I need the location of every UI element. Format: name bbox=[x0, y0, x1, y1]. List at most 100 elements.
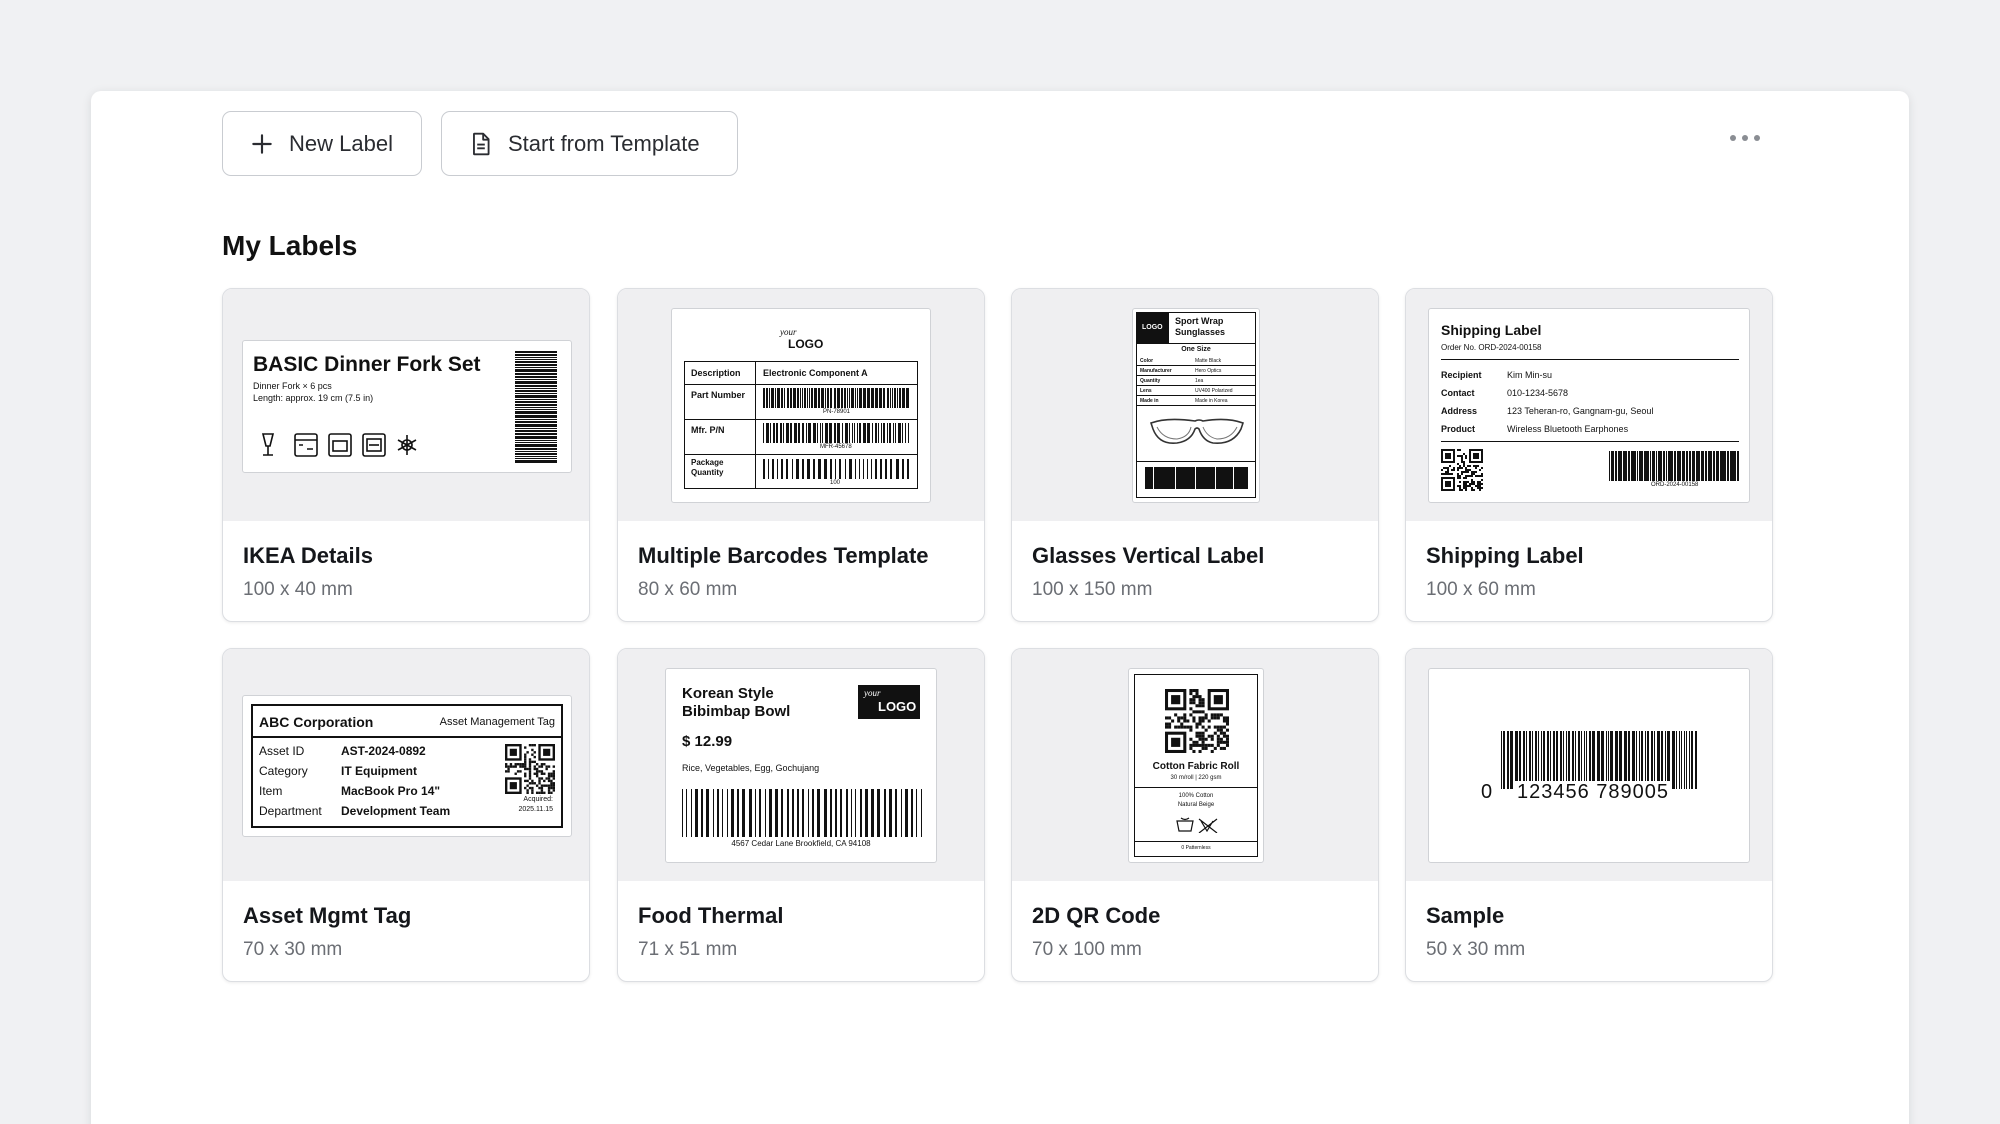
barcode-bar bbox=[1667, 451, 1671, 481]
barcode-bar bbox=[824, 459, 828, 479]
row-label: Department bbox=[259, 804, 322, 818]
barcode-bar bbox=[796, 388, 799, 408]
barcode-bar bbox=[829, 423, 833, 443]
row-value: 010-1234-5678 bbox=[1507, 388, 1569, 398]
barcode-bar bbox=[883, 388, 886, 408]
barcode-bar bbox=[835, 789, 838, 837]
barcode-bar bbox=[902, 423, 904, 443]
qr-code bbox=[1165, 689, 1229, 753]
row-value: 123 Teheran-ro, Gangnam-gu, Seoul bbox=[1507, 406, 1654, 416]
row-value: Matte Black bbox=[1195, 358, 1222, 364]
barcode-bar bbox=[515, 367, 557, 368]
barcode-bar bbox=[772, 423, 775, 443]
care-icons bbox=[261, 433, 417, 457]
barcode-bar bbox=[836, 388, 840, 408]
barcode-bar bbox=[726, 789, 728, 837]
row-value: IT Equipment bbox=[341, 764, 417, 778]
label-size: 70 x 30 mm bbox=[243, 939, 343, 960]
barcode-bar bbox=[515, 381, 557, 384]
barcode-bar bbox=[765, 423, 769, 443]
preview-spec: 30 m/roll | 220 gsm bbox=[1170, 775, 1222, 781]
label-card-food-thermal[interactable]: Korean Style Bibimbap Bowl your LOGO $ 1… bbox=[617, 648, 985, 982]
barcode-bar bbox=[862, 423, 866, 443]
barcode-bar bbox=[893, 388, 896, 408]
barcode-bar bbox=[1506, 731, 1509, 789]
barcode-bar bbox=[694, 789, 698, 837]
barcode-bar bbox=[1678, 731, 1680, 789]
barcode-bar bbox=[835, 459, 837, 479]
barcode-bar bbox=[812, 423, 816, 443]
start-from-template-button[interactable]: Start from Template bbox=[441, 111, 738, 176]
barcode-bar bbox=[791, 789, 794, 837]
barcode-bar bbox=[515, 433, 557, 435]
barcode-bar bbox=[1681, 731, 1683, 789]
barcode-bar bbox=[730, 789, 734, 837]
barcode-bar bbox=[515, 393, 557, 394]
barcode-bar bbox=[797, 789, 800, 837]
row-value: Made in Korea bbox=[1195, 398, 1228, 404]
label-preview: 0 123456 789005 bbox=[1406, 649, 1772, 881]
barcode-bar bbox=[895, 459, 899, 479]
barcode-bar bbox=[808, 423, 812, 443]
barcode-bar bbox=[1633, 451, 1637, 481]
barcode-bar bbox=[817, 789, 821, 837]
barcode-bar bbox=[781, 789, 784, 837]
barcode-bar bbox=[818, 459, 822, 479]
label-preview: ABC Corporation Asset Management Tag Ass… bbox=[223, 649, 589, 881]
barcode-bar bbox=[892, 423, 894, 443]
plus-icon bbox=[252, 133, 272, 154]
label-card-sample[interactable]: 0 123456 789005 Sample 50 x 30 mm bbox=[1405, 648, 1773, 982]
barcode-bar bbox=[722, 789, 724, 837]
barcode-bar bbox=[766, 388, 769, 408]
barcode-bar bbox=[864, 789, 868, 837]
barcode-bar bbox=[1671, 731, 1675, 789]
barcode bbox=[1609, 451, 1739, 481]
barcode-bar bbox=[859, 789, 862, 837]
barcode-bar bbox=[515, 430, 557, 432]
barcode-bar bbox=[515, 395, 557, 398]
barcode-bar bbox=[822, 423, 824, 443]
barcode-bar bbox=[1688, 731, 1690, 789]
barcode-bar bbox=[889, 423, 892, 443]
preview-row: Contact 010-1234-5678 bbox=[1441, 387, 1739, 405]
new-label-button[interactable]: New Label bbox=[222, 111, 422, 176]
barcode-bar bbox=[781, 459, 784, 479]
barcode-bar bbox=[1729, 451, 1733, 481]
barcode-bar bbox=[775, 388, 777, 408]
barcode-bar bbox=[1736, 451, 1739, 481]
label-card-2d-qr-code[interactable]: Cotton Fabric Roll 30 m/roll | 220 gsm 1… bbox=[1011, 648, 1379, 982]
more-icon[interactable] bbox=[1730, 128, 1760, 148]
barcode-bar bbox=[701, 789, 704, 837]
barcode-bar bbox=[854, 459, 856, 479]
row-label: Quantity bbox=[1140, 378, 1161, 384]
sunglasses-icon bbox=[1149, 418, 1245, 445]
barcode-bar bbox=[1501, 731, 1502, 789]
barcode-bar bbox=[833, 388, 836, 408]
label-card-glasses-vertical[interactable]: LOGO Sport Wrap Sunglasses One Size Colo… bbox=[1011, 288, 1379, 622]
barcode-text: PN-78901 bbox=[823, 409, 851, 415]
label-name: Food Thermal bbox=[638, 903, 784, 928]
barcode-bar bbox=[1246, 467, 1249, 489]
barcode-bar bbox=[772, 459, 775, 479]
barcode-bar bbox=[867, 388, 871, 408]
label-card-shipping-label[interactable]: Shipping Label Order No. ORD-2024-00158 … bbox=[1405, 288, 1773, 622]
row-label: Mfr. P/N bbox=[691, 425, 725, 435]
label-card-multiple-barcodes[interactable]: your LOGO Description Electronic Compone… bbox=[617, 288, 985, 622]
barcode-bar bbox=[879, 388, 883, 408]
barcode-bar bbox=[906, 459, 909, 479]
barcode-bar bbox=[515, 428, 557, 429]
section-title: My Labels bbox=[222, 230, 358, 261]
label-card-ikea-details[interactable]: BASIC Dinner Fork Set Dinner Fork × 6 pc… bbox=[222, 288, 590, 622]
barcode-text: 100 bbox=[830, 480, 841, 486]
barcode-bar bbox=[891, 388, 893, 408]
label-name: IKEA Details bbox=[243, 543, 374, 568]
preview-row: Recipient Kim Min-su bbox=[1441, 369, 1739, 387]
barcode-bar bbox=[799, 388, 801, 408]
barcode-bar bbox=[806, 459, 810, 479]
label-preview: your LOGO Description Electronic Compone… bbox=[618, 289, 984, 521]
row-value: UV400 Polarized bbox=[1195, 388, 1233, 394]
barcode bbox=[763, 388, 909, 408]
label-card-asset-mgmt-tag[interactable]: ABC Corporation Asset Management Tag Ass… bbox=[222, 648, 590, 982]
barcode-bar bbox=[1643, 451, 1647, 481]
preview-company: ABC Corporation bbox=[259, 714, 374, 730]
